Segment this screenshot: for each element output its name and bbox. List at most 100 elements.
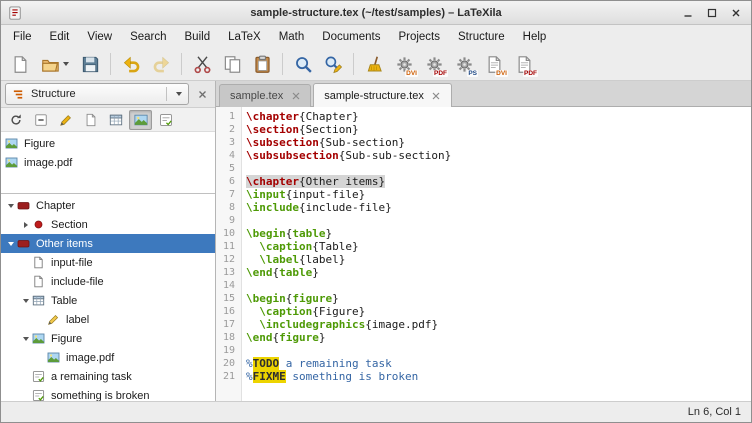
line-number: 16	[216, 305, 241, 318]
tab-sample-structure-tex[interactable]: sample-structure.tex	[313, 83, 452, 107]
show-included-files-button[interactable]	[79, 110, 102, 130]
minimize-icon[interactable]	[682, 7, 693, 18]
save-button[interactable]	[76, 51, 104, 78]
view-pdf-button[interactable]: PDF	[510, 51, 538, 78]
copy-icon	[223, 55, 242, 74]
clean-button[interactable]	[360, 51, 388, 78]
tree-item-image-pdf[interactable]: image.pdf	[1, 348, 215, 367]
todo-icon	[32, 370, 46, 383]
open-document-button[interactable]	[36, 51, 74, 78]
code-line: 2\section{Section}	[216, 123, 751, 136]
line-number: 1	[216, 110, 241, 123]
maximize-icon[interactable]	[706, 7, 717, 18]
menu-math[interactable]: Math	[270, 25, 314, 48]
title-bar[interactable]: sample-structure.tex (~/test/samples) – …	[1, 1, 751, 25]
show-figures-icon	[134, 113, 148, 127]
menu-projects[interactable]: Projects	[389, 25, 449, 48]
new-document-button[interactable]	[6, 51, 34, 78]
expander-open-icon[interactable]	[5, 242, 17, 246]
tree-item-label: Other items	[36, 238, 93, 250]
tree-item-something-is-broken[interactable]: something is broken	[1, 386, 215, 401]
tree-item-a-remaining-task[interactable]: a remaining task	[1, 367, 215, 386]
menu-view[interactable]: View	[78, 25, 121, 48]
code-editor[interactable]: 1\chapter{Chapter}2\section{Section}3\su…	[216, 107, 751, 401]
show-labels-button[interactable]	[54, 110, 77, 130]
expander-open-icon[interactable]	[20, 299, 32, 303]
build-dvi-button[interactable]: DVI	[390, 51, 418, 78]
find-replace-button[interactable]	[319, 51, 347, 78]
image-icon	[5, 137, 19, 150]
tree-item-chapter[interactable]: Chapter	[1, 196, 215, 215]
tree-item-input-file[interactable]: input-file	[1, 253, 215, 272]
find-button[interactable]	[289, 51, 317, 78]
show-todos-button[interactable]	[154, 110, 177, 130]
line-number: 7	[216, 188, 241, 201]
build-ps-button[interactable]: PS	[450, 51, 478, 78]
code-line: 19	[216, 344, 751, 357]
find-replace-icon	[324, 55, 343, 74]
expander-open-icon[interactable]	[20, 337, 32, 341]
panel-selector-combo[interactable]: Structure	[5, 83, 189, 105]
menu-latex[interactable]: LaTeX	[219, 25, 270, 48]
cut-button[interactable]	[188, 51, 216, 78]
tree-item-figure[interactable]: Figure	[1, 134, 215, 153]
tree-item-section[interactable]: Section	[1, 215, 215, 234]
view-dvi-button[interactable]: DVI	[480, 51, 508, 78]
tree-item-other-items[interactable]: Other items	[1, 234, 215, 253]
clean-icon	[365, 55, 384, 74]
cut-icon	[193, 55, 212, 74]
close-tab-icon[interactable]	[291, 92, 300, 101]
tab-sample-tex[interactable]: sample.tex	[219, 84, 311, 107]
menu-file[interactable]: File	[4, 25, 41, 48]
show-figures-button[interactable]	[129, 110, 152, 130]
tree-item-label: something is broken	[51, 390, 149, 402]
code-line: 21%FIXME something is broken	[216, 370, 751, 383]
line-number: 21	[216, 370, 241, 383]
menu-documents[interactable]: Documents	[313, 25, 389, 48]
tree-item-image-pdf[interactable]: image.pdf	[1, 153, 215, 172]
show-tables-button[interactable]	[104, 110, 127, 130]
menu-edit[interactable]: Edit	[41, 25, 79, 48]
application-window: sample-structure.tex (~/test/samples) – …	[0, 0, 752, 423]
line-number: 3	[216, 136, 241, 149]
close-tab-icon[interactable]	[432, 91, 441, 100]
tree-item-table[interactable]: Table	[1, 291, 215, 310]
collapse-all-button[interactable]	[29, 110, 52, 130]
menu-build[interactable]: Build	[176, 25, 220, 48]
tree-item-label[interactable]: label	[1, 310, 215, 329]
save-icon	[81, 55, 100, 74]
tree-item-label: Figure	[24, 138, 55, 150]
undo-button[interactable]	[117, 51, 145, 78]
copy-button[interactable]	[218, 51, 246, 78]
tree-item-label: a remaining task	[51, 371, 132, 383]
redo-button[interactable]	[147, 51, 175, 78]
file-icon	[32, 256, 46, 269]
chevron-down-icon[interactable]	[63, 62, 69, 66]
menu-structure[interactable]: Structure	[449, 25, 514, 48]
code-line: 15\begin{figure}	[216, 292, 751, 305]
tab-label: sample-structure.tex	[324, 90, 424, 102]
tree-item-include-file[interactable]: include-file	[1, 272, 215, 291]
toolbar-separator	[282, 53, 283, 75]
tree-item-label: Table	[51, 295, 77, 307]
image-icon	[32, 332, 46, 345]
expander-open-icon[interactable]	[5, 204, 17, 208]
close-icon[interactable]	[730, 7, 741, 18]
code-line: 14	[216, 279, 751, 292]
paste-button[interactable]	[248, 51, 276, 78]
tree-item-figure[interactable]: Figure	[1, 329, 215, 348]
refresh-button[interactable]	[4, 110, 27, 130]
build-pdf-button[interactable]: PDF	[420, 51, 448, 78]
code-line: 16 \caption{Figure}	[216, 305, 751, 318]
structure-panel-toolbar	[1, 108, 215, 132]
line-number: 4	[216, 149, 241, 162]
app-icon	[8, 6, 22, 20]
menu-help[interactable]: Help	[514, 25, 556, 48]
menu-search[interactable]: Search	[121, 25, 175, 48]
label-icon	[47, 313, 61, 326]
close-panel-icon[interactable]	[193, 85, 211, 103]
expander-closed-icon[interactable]	[20, 222, 32, 228]
format-badge: PS	[467, 70, 478, 77]
show-labels-icon	[59, 113, 73, 127]
image-icon	[5, 156, 19, 169]
